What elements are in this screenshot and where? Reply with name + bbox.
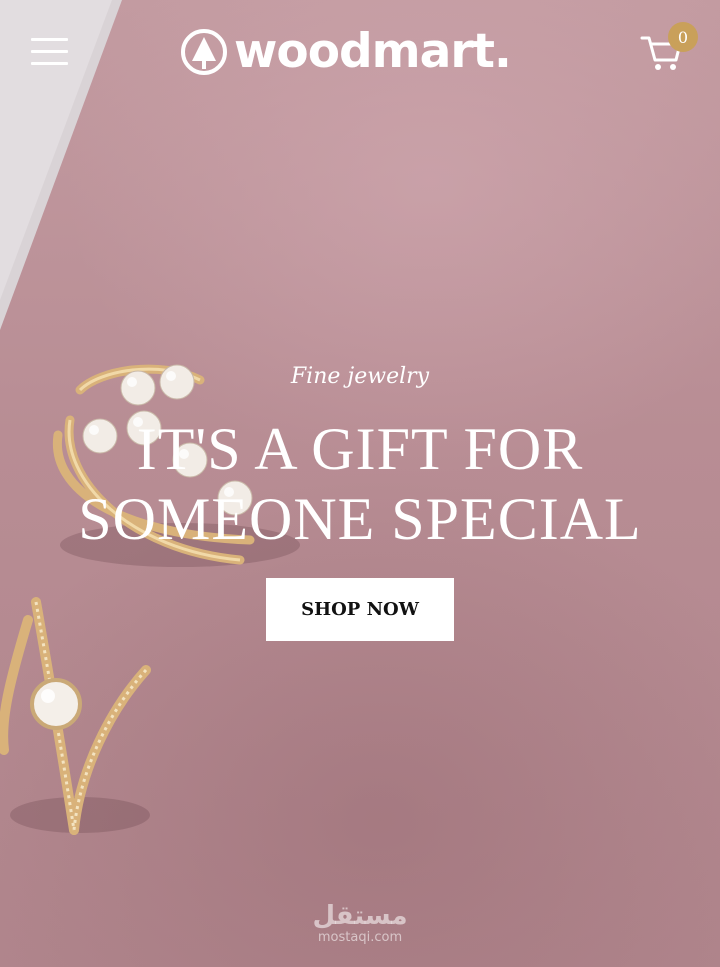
hamburger-menu-icon <box>31 38 68 41</box>
shop-now-button[interactable]: SHOP NOW <box>266 578 454 641</box>
headline-line-1: IT'S A GIFT FOR <box>136 416 584 482</box>
cart-count-badge[interactable]: 0 <box>668 22 698 52</box>
watermark-arabic: مستقل <box>312 901 408 931</box>
headline-line-2: SOMEONE SPECIAL <box>78 486 642 552</box>
watermark: مستقل mostaqi.com <box>0 902 720 946</box>
brand-name: woodmart. <box>234 24 512 79</box>
hero-subtitle: Fine jewelry <box>290 364 430 389</box>
menu-button[interactable] <box>31 36 69 66</box>
watermark-latin: mostaqi.com <box>317 930 403 945</box>
tree-logo-icon <box>181 29 227 75</box>
brand-logo[interactable]: woodmart. <box>180 24 512 80</box>
hero-headline: IT'S A GIFT FOR SOMEONE SPECIAL <box>0 414 720 554</box>
pearl-bangle-image <box>0 597 151 835</box>
hero-banner: woodmart. 0 Fine jewelry IT'S A GIFT FOR… <box>0 0 720 967</box>
